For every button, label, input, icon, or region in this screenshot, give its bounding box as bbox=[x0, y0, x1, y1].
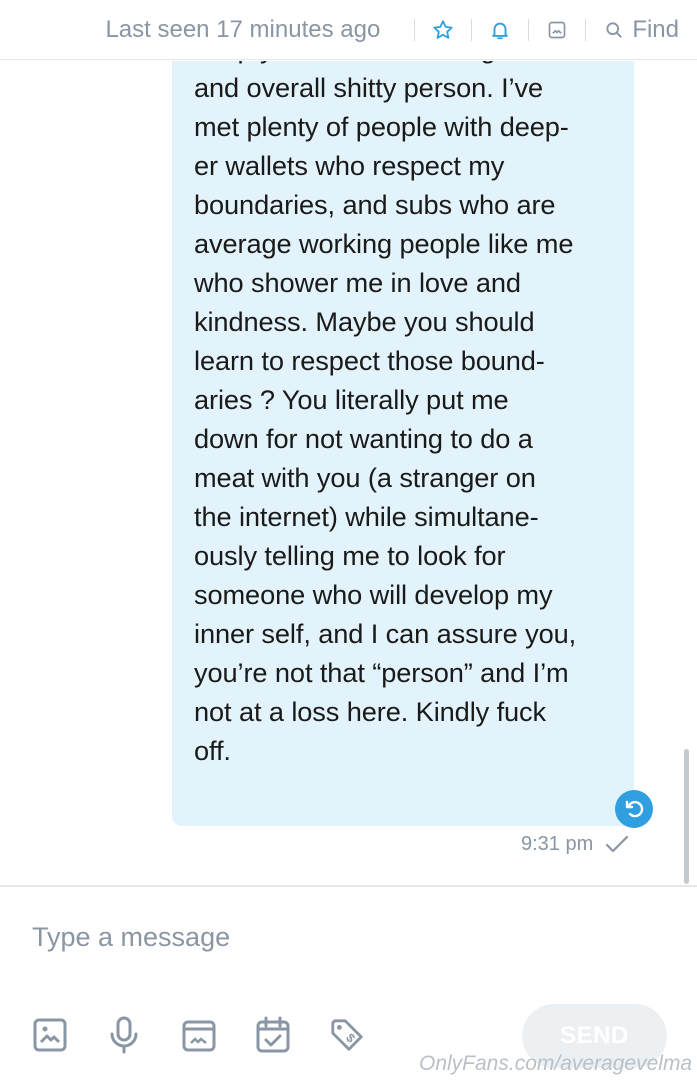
star-icon[interactable] bbox=[431, 18, 455, 42]
message-text: keep you from also being bum and overall… bbox=[194, 61, 577, 766]
bell-icon[interactable] bbox=[488, 18, 512, 42]
gallery-icon[interactable] bbox=[545, 18, 569, 42]
divider bbox=[528, 18, 530, 41]
calendar-icon[interactable] bbox=[255, 1015, 291, 1055]
search-icon bbox=[602, 18, 626, 42]
price-tag-icon[interactable]: $ bbox=[329, 1015, 365, 1055]
divider bbox=[471, 18, 473, 41]
image-icon[interactable] bbox=[32, 1015, 68, 1055]
watermark: OnlyFans.com/averagevelma bbox=[419, 1052, 693, 1075]
divider bbox=[585, 18, 587, 41]
last-seen-status: Last seen 17 minutes ago bbox=[105, 15, 381, 43]
message-input[interactable] bbox=[32, 917, 512, 957]
vault-icon[interactable] bbox=[181, 1015, 217, 1055]
message-list[interactable]: keep you from also being bum and overall… bbox=[0, 61, 697, 885]
checkmark-icon bbox=[604, 833, 630, 860]
divider bbox=[414, 18, 416, 41]
find-label: Find bbox=[632, 15, 679, 43]
message-composer: $ SEND bbox=[0, 885, 697, 1080]
find-button[interactable]: Find bbox=[602, 16, 679, 44]
message-time: 9:31 pm bbox=[521, 833, 594, 855]
undo-icon[interactable] bbox=[615, 790, 653, 828]
message-bubble[interactable]: keep you from also being bum and overall… bbox=[172, 61, 634, 826]
scrollbar[interactable] bbox=[684, 749, 689, 884]
chat-header: Last seen 17 minutes ago Find bbox=[0, 0, 697, 60]
microphone-icon[interactable] bbox=[106, 1015, 142, 1055]
